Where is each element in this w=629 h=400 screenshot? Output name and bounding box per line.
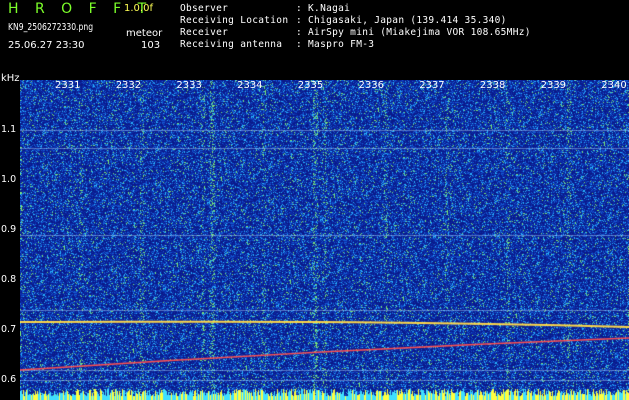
y-tick-label: 0.9 [1, 224, 17, 235]
spectrogram-plot: 2331 2332 2333 2334 2335 2336 2337 2338 2339 2340 [20, 80, 629, 400]
y-tick-label: 1.1 [1, 124, 17, 135]
x-tick-label: 2336 [358, 80, 384, 91]
antenna-value: : Maspro FM-3 [296, 39, 375, 50]
mode-label: meteor [126, 28, 163, 39]
location-label: Receiving Location [180, 15, 289, 26]
header-panel: H R O F F T 1.0.0f KN9_2506272330.png me… [0, 0, 629, 72]
observer-value: : K.Nagai [296, 3, 351, 14]
receiver-value: : AirSpy mini (Miakejima VOR 108.65MHz) [296, 27, 531, 38]
file-name: KN9_2506272330.png [8, 22, 94, 33]
y-axis-unit: kHz [1, 73, 20, 84]
app-version: 1.0.0f [124, 3, 153, 14]
y-tick-label: 0.7 [1, 324, 17, 335]
antenna-label: Receiving antenna [180, 39, 283, 50]
receiver-label: Receiver [180, 27, 229, 38]
x-tick-label: 2334 [237, 80, 263, 91]
datetime-label: 25.06.27 23:30 [8, 40, 85, 51]
x-tick-label: 2331 [55, 80, 81, 91]
x-tick-label: 2332 [115, 80, 142, 91]
y-tick-label: 0.8 [1, 274, 17, 285]
y-tick-label: 0.6 [1, 374, 17, 385]
location-value: : Chigasaki, Japan (139.414 35.340) [296, 15, 507, 26]
x-tick-label: 2333 [176, 80, 202, 91]
x-tick-label: 2340 [601, 80, 627, 91]
count-label: 103 [141, 40, 161, 51]
x-tick-label: 2335 [297, 80, 324, 91]
x-tick-label: 2337 [419, 80, 445, 91]
observer-label: Observer [180, 3, 229, 14]
x-tick-label: 2338 [479, 80, 506, 91]
y-tick-label: 1.0 [1, 174, 17, 185]
x-tick-label: 2339 [540, 80, 567, 91]
spectrogram-canvas [20, 80, 629, 400]
